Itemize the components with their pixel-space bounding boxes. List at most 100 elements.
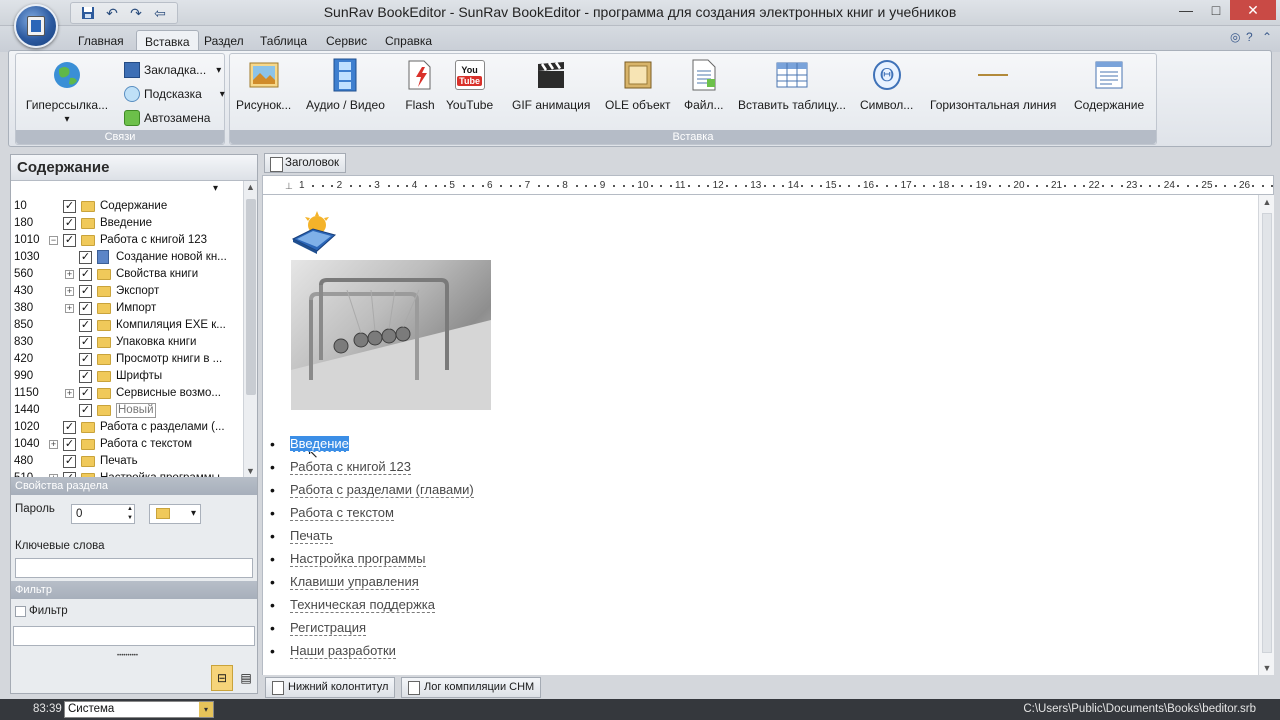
insert-toc-button[interactable]: Содержание <box>1074 58 1144 112</box>
tree-item[interactable]: 180 ✓ Введение <box>11 215 243 232</box>
tree-item-checkbox[interactable]: ✓ <box>63 455 76 468</box>
expand-icon[interactable]: + <box>65 304 74 313</box>
tree-item-checkbox[interactable]: ✓ <box>79 251 92 264</box>
tree-item[interactable]: 510+✓Настройка программы <box>11 470 243 477</box>
insert-file-button[interactable]: Файл... <box>684 58 724 112</box>
tab-table[interactable]: Таблица <box>252 30 315 52</box>
tree-item-checkbox[interactable]: ✓ <box>79 268 92 281</box>
collapse-ribbon-icon[interactable]: ⌃ <box>1262 30 1272 44</box>
toc-link[interactable]: Техническая поддержка <box>290 597 435 613</box>
ruler[interactable]: ⊥ 1 2 3 4 5 6 7 8 9 10 11 12 13 14 15 16 17 18 19 20 21 22 23 24… <box>262 175 1274 195</box>
ruler-indent-marker[interactable]: ⊥ <box>285 176 293 194</box>
insert-picture-button[interactable]: Рисунок... <box>236 58 291 112</box>
expand-icon[interactable]: + <box>49 440 58 449</box>
insert-ole-button[interactable]: OLE объект <box>605 58 671 112</box>
toc-link[interactable]: Введение <box>290 436 349 452</box>
toc-link[interactable]: Работа с текстом <box>290 505 394 521</box>
tree-scrollbar[interactable]: ▲ ▼ <box>243 181 257 477</box>
toc-link[interactable]: Печать <box>290 528 333 544</box>
insert-symbol-button[interactable]: Θ Символ... <box>860 58 913 112</box>
tree-item-checkbox[interactable]: ✓ <box>79 319 92 332</box>
tab-home[interactable]: Главная <box>70 30 132 52</box>
tree-item-checkbox[interactable]: ✓ <box>63 217 76 230</box>
tree-item[interactable]: 1440 ✓ Новый <box>11 402 243 419</box>
tree-item-checkbox[interactable]: ✓ <box>79 302 92 315</box>
minimize-button[interactable]: — <box>1170 0 1202 20</box>
tree-scroll-thumb[interactable] <box>246 199 256 395</box>
insert-audio-video-button[interactable]: Аудио / Видео <box>306 58 385 112</box>
tree-item-checkbox[interactable]: ✓ <box>79 387 92 400</box>
tab-help[interactable]: Справка <box>377 30 440 52</box>
help-icon[interactable]: ? <box>1246 30 1253 44</box>
insert-gif-button[interactable]: GIF анимация <box>512 58 590 112</box>
tree-header-dropdown[interactable]: ▾ <box>213 183 218 194</box>
insert-hline-button[interactable]: Горизонтальная линия <box>930 58 1056 112</box>
tree-item-checkbox[interactable]: ✓ <box>79 336 92 349</box>
tab-header-section[interactable]: Заголовок <box>264 153 346 173</box>
tab-service[interactable]: Сервис <box>318 30 375 52</box>
tree-item-checkbox[interactable]: ✓ <box>63 421 76 434</box>
insert-youtube-button[interactable]: You Tube YouTube <box>446 58 493 112</box>
tree-item[interactable]: 1150 + ✓ Сервисные возмо... <box>11 385 243 402</box>
close-button[interactable]: ✕ <box>1230 0 1276 20</box>
panel-grip[interactable]: •••••••••• <box>117 653 138 659</box>
editor-scrollbar[interactable]: ▲ ▼ <box>1258 195 1274 675</box>
scroll-down-icon[interactable]: ▼ <box>246 466 255 476</box>
scroll-up-icon[interactable]: ▲ <box>1259 197 1275 207</box>
expand-icon[interactable]: + <box>65 270 74 279</box>
tree-item[interactable]: 990 ✓ Шрифты <box>11 368 243 385</box>
toc-link[interactable]: Настройка программы <box>290 551 426 567</box>
autoreplace-button[interactable]: Автозамена <box>124 108 210 128</box>
tab-footer[interactable]: Нижний колонтитул <box>265 677 396 698</box>
contents-tree[interactable]: ▾ 10 ✓ Содержание 180 ✓ Введение 1010− ✓ Работа … <box>11 181 243 477</box>
toc-link[interactable]: Клавиши управления <box>290 574 419 590</box>
chevron-down-icon[interactable]: ▾ <box>199 702 213 717</box>
list-view-toggle[interactable]: ▤ <box>235 665 257 691</box>
tree-item[interactable]: 560 + ✓ Свойства книги <box>11 266 243 283</box>
options-icon[interactable]: ◎ <box>1230 30 1240 44</box>
tree-item-checkbox[interactable]: ✓ <box>63 438 76 451</box>
spin-up-icon[interactable]: ▲ <box>127 505 133 513</box>
tree-item-checkbox[interactable]: ✓ <box>79 404 92 417</box>
tree-item-checkbox[interactable]: ✓ <box>63 234 76 247</box>
filter-checkbox[interactable]: Фильтр <box>15 605 68 617</box>
tree-item[interactable]: 1010− ✓ Работа с книгой 123 <box>11 232 243 249</box>
expand-icon[interactable]: + <box>65 389 74 398</box>
expand-icon[interactable]: + <box>65 287 74 296</box>
tree-item-checkbox[interactable]: ✓ <box>79 285 92 298</box>
tree-item[interactable]: 10 ✓ Содержание <box>11 198 243 215</box>
language-combo[interactable]: Система ▾ <box>64 701 214 718</box>
hyperlink-button[interactable]: Гиперссылка... ▾ <box>22 58 112 125</box>
maximize-button[interactable]: □ <box>1200 0 1232 20</box>
tree-item[interactable]: 850 ✓ Компиляция EXE к... <box>11 317 243 334</box>
tree-item[interactable]: 420 ✓ Просмотр книги в ... <box>11 351 243 368</box>
insert-table-button[interactable]: Вставить таблицу... <box>738 58 846 112</box>
toc-link[interactable]: Работа с разделами (главами) <box>290 482 474 498</box>
section-icon-picker[interactable]: ▾ <box>149 504 201 524</box>
tree-item-checkbox[interactable]: ✓ <box>79 370 92 383</box>
password-field[interactable]: 0 ▲ ▼ <box>71 504 135 524</box>
filter-field[interactable] <box>13 626 255 646</box>
tab-insert[interactable]: Вставка <box>136 30 199 52</box>
tree-item[interactable]: 430 + ✓ Экспорт <box>11 283 243 300</box>
tree-item-checkbox[interactable]: ✓ <box>63 200 76 213</box>
app-menu-button[interactable] <box>14 4 58 48</box>
tree-item[interactable]: 1040 + ✓ Работа с текстом <box>11 436 243 453</box>
scroll-up-icon[interactable]: ▲ <box>246 182 255 192</box>
scroll-down-icon[interactable]: ▼ <box>1259 663 1275 673</box>
editor-scroll-thumb[interactable] <box>1262 213 1272 653</box>
tree-item[interactable]: 380 + ✓ Импорт <box>11 300 243 317</box>
tree-view-toggle[interactable]: ⊟ <box>211 665 233 691</box>
bookmark-button[interactable]: Закладка... ▾ <box>124 60 221 80</box>
tree-item[interactable]: 480 ✓ Печать <box>11 453 243 470</box>
toc-link[interactable]: Наши разработки <box>290 643 396 659</box>
tree-item[interactable]: 1030 ✓ Создание новой кн... <box>11 249 243 266</box>
spin-down-icon[interactable]: ▼ <box>127 514 133 522</box>
tree-item-label[interactable]: Новый <box>116 403 156 418</box>
collapse-icon[interactable]: − <box>49 236 58 245</box>
hint-button[interactable]: Подсказка ▾ <box>124 84 225 104</box>
tree-item[interactable]: 1020 ✓ Работа с разделами (... <box>11 419 243 436</box>
tab-section[interactable]: Раздел <box>196 30 252 52</box>
tree-item-checkbox[interactable]: ✓ <box>79 353 92 366</box>
tree-item[interactable]: 830 ✓ Упаковка книги <box>11 334 243 351</box>
